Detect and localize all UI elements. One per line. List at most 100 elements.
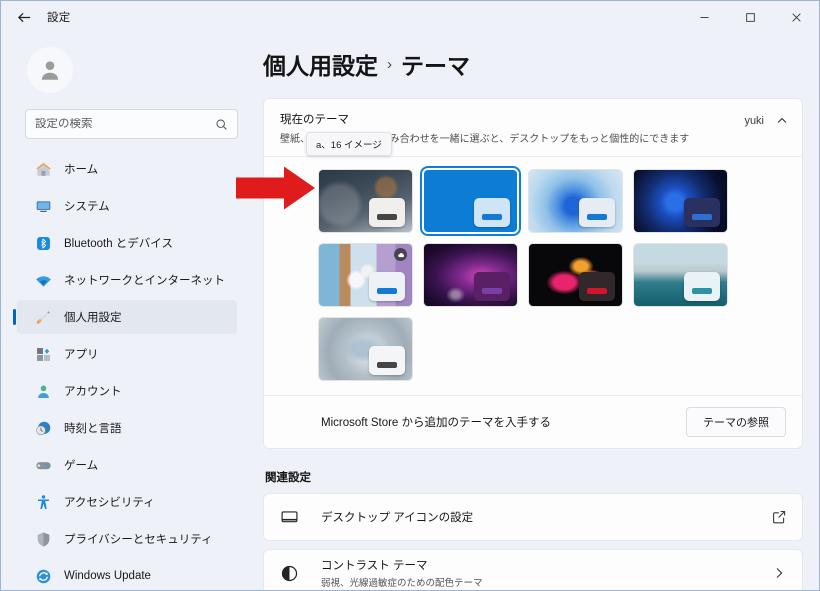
close-icon [791,12,801,22]
breadcrumb-separator: › [387,55,392,73]
accessibility-icon [38,494,49,509]
back-arrow-icon [17,12,30,22]
theme-window-preview [474,272,510,301]
sidebar-item-label: アカウント [64,386,122,398]
search-icon [216,118,227,130]
cloud-icon [397,252,404,257]
theme-window-preview [369,198,405,227]
current-theme-title: 現在のテーマ [280,114,349,126]
theme-taskbar-preview [692,214,712,220]
theme-window-preview [579,198,615,227]
sidebar-item-label: ネットワークとインターネット [64,275,225,287]
sidebar-item-time-language[interactable]: 時刻と言語 [17,411,237,445]
sidebar-item-label: アプリ [64,349,99,361]
browse-themes-button[interactable]: テーマの参照 [686,407,786,437]
sidebar-item-apps[interactable]: アプリ [17,337,237,371]
theme-thumbnail[interactable] [423,243,518,307]
theme-thumbnail[interactable] [318,243,413,307]
maximize-icon [745,12,755,22]
theme-thumbnail[interactable] [528,243,623,307]
sidebar-item-label: ホーム [64,164,99,176]
breadcrumb-current: テーマ [401,53,470,79]
sidebar-item-system[interactable]: システム [17,189,237,223]
network-icon [36,275,51,287]
window-controls [681,1,819,33]
system-icon [36,200,51,212]
sidebar-item-label: アクセシビリティ [64,497,155,509]
chevron-up-icon[interactable] [776,115,788,127]
breadcrumb: 個人用設定 › テーマ [263,47,819,81]
time-language-icon [36,421,51,435]
sidebar-item-network[interactable]: ネットワークとインターネット [17,263,237,297]
theme-thumbnail[interactable] [318,169,413,233]
title-bar: 設定 [1,1,819,33]
themes-grid-wrap [264,157,802,395]
chevron-right-icon [776,568,783,578]
theme-window-preview [369,346,405,375]
minimize-button[interactable] [681,1,727,33]
theme-window-preview [684,272,720,301]
sidebar-nav: ホーム システム Bluetooth とデバイス ネットワークとインターネット … [13,152,237,590]
theme-taskbar-preview [482,288,502,294]
user-avatar-icon [41,61,59,80]
sidebar-item-label: Bluetooth とデバイス [64,238,173,250]
theme-tooltip: a、16 イメージ [306,132,392,156]
theme-taskbar-preview [587,288,607,294]
theme-taskbar-preview [377,288,397,294]
main-content: 個人用設定 › テーマ 現在のテーマ 壁紙、サウンド、色の組み合わせを一緒に選ぶ… [249,33,819,590]
theme-taskbar-preview [377,214,397,220]
sidebar-item-home[interactable]: ホーム [17,152,237,186]
accounts-icon [38,385,49,398]
sidebar-item-bluetooth[interactable]: Bluetooth とデバイス [17,226,237,260]
personalization-icon [36,310,50,324]
search-box[interactable] [25,109,238,139]
theme-sync-badge [394,248,407,261]
window-title: 設定 [47,12,71,24]
sidebar-item-personalization[interactable]: 個人用設定 [13,300,237,334]
current-theme-user: yuki [744,115,764,127]
theme-thumbnail[interactable] [318,317,413,381]
theme-window-preview [579,272,615,301]
related-item-title: デスクトップ アイコンの設定 [321,512,474,524]
sidebar-item-accessibility[interactable]: アクセシビリティ [17,485,237,519]
store-themes-text: Microsoft Store から追加のテーマを入手する [321,417,552,429]
minimize-icon [699,16,709,18]
sidebar-item-label: 個人用設定 [64,312,122,324]
theme-window-preview [369,272,405,301]
sidebar-item-label: 時刻と言語 [64,423,122,435]
sidebar-item-accounts[interactable]: アカウント [17,374,237,408]
sidebar-item-label: Windows Update [64,570,151,582]
apps-icon [37,347,50,361]
related-item-contrast-themes[interactable]: コントラスト テーマ 弱視、光線過敏症のための配色テーマ [263,549,803,590]
themes-grid [318,166,788,381]
windows-update-icon [36,569,51,583]
related-item-title: コントラスト テーマ [321,560,428,572]
theme-thumbnail[interactable] [420,166,521,236]
contrast-icon [281,565,298,581]
theme-taskbar-preview [377,362,397,368]
home-icon [36,162,51,176]
sidebar: ホーム システム Bluetooth とデバイス [1,33,249,590]
sidebar-item-gaming[interactable]: ゲーム [17,448,237,482]
sidebar-item-windows-update[interactable]: Windows Update [17,559,237,590]
related-item-subtitle: 弱視、光線過敏症のための配色テーマ [321,578,483,589]
current-theme-card: 現在のテーマ 壁紙、サウンド、色の組み合わせを一緒に選ぶと、デスクトップをもっと… [263,98,803,449]
maximize-button[interactable] [727,1,773,33]
privacy-icon [37,532,50,546]
bluetooth-icon [37,236,50,250]
sidebar-item-privacy[interactable]: プライバシーとセキュリティ [17,522,237,556]
theme-thumbnail[interactable] [528,169,623,233]
theme-thumbnail[interactable] [633,169,728,233]
breadcrumb-parent[interactable]: 個人用設定 [263,47,378,81]
close-button[interactable] [773,1,819,33]
settings-window: 設定 設定の検索 ホーム システム Bluetooth とデバイス ネットワーク… [0,0,820,591]
sidebar-item-label: プライバシーとセキュリティ [64,534,213,546]
back-button[interactable] [7,2,41,32]
sidebar-item-label: ゲーム [64,460,99,472]
avatar[interactable] [27,47,73,93]
theme-taskbar-preview [587,214,607,220]
search-input[interactable] [35,118,215,130]
related-item-desktop-icons[interactable]: デスクトップ アイコンの設定 [263,493,803,541]
theme-thumbnail[interactable] [633,243,728,307]
theme-taskbar-preview [692,288,712,294]
